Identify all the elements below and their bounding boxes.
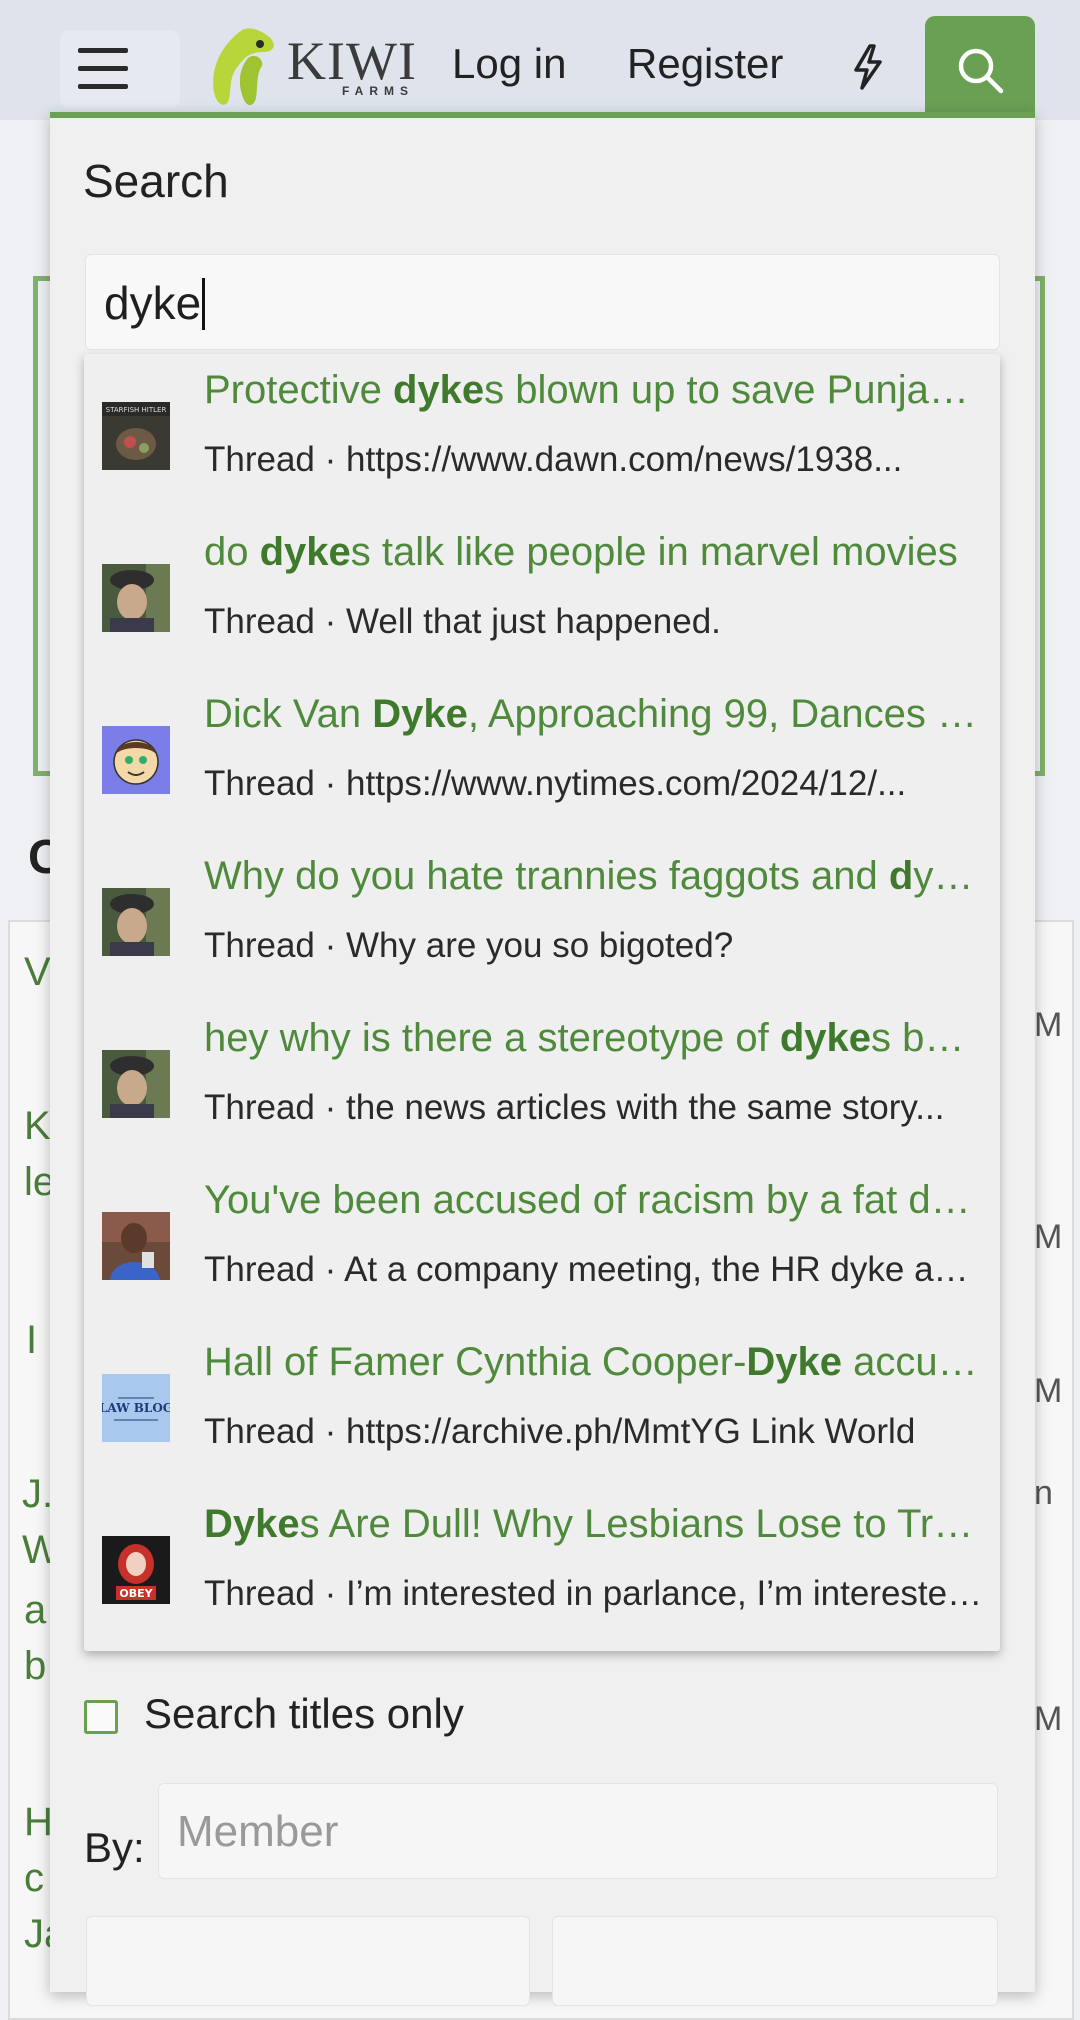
cartoon-face-avatar [102, 726, 170, 794]
member-placeholder: Member [177, 1807, 339, 1856]
bg-right-fragment: M [1034, 1372, 1063, 1410]
search-input[interactable]: dyke [85, 254, 1000, 350]
result-meta: Thread · https://www.dawn.com/news/1938.… [204, 440, 903, 479]
autocomplete-result[interactable]: STARFISH HITLER Protective dykes blown u… [84, 354, 1000, 516]
logo-wordmark: KIWI [287, 31, 417, 91]
result-meta: Thread · the news articles with the same… [204, 1088, 945, 1127]
bg-left-fragment: b [24, 1644, 47, 1688]
autocomplete-result[interactable]: Why do you hate trannies faggots and dyk… [84, 840, 1000, 1002]
result-title[interactable]: Hall of Famer Cynthia Cooper-Dyke accuse… [204, 1340, 984, 1385]
bg-right-fragment: n [1034, 1474, 1053, 1512]
blue-shirt-avatar [102, 1212, 170, 1280]
result-meta: Thread · Why are you so bigoted? [204, 926, 734, 965]
autocomplete-result[interactable]: do dykes talk like people in marvel movi… [84, 516, 1000, 678]
bg-right-fragment: M [1034, 1700, 1063, 1738]
autocomplete-result[interactable]: Dick Van Dyke, Approaching 99, Dances in… [84, 678, 1000, 840]
date-to-input[interactable] [552, 1916, 998, 2006]
avatar-caption: OBEY [119, 1587, 153, 1600]
search-icon [958, 48, 1004, 94]
result-title[interactable]: Dick Van Dyke, Approaching 99, Dances in… [204, 692, 984, 737]
obey-avatar: OBEY [102, 1536, 170, 1604]
site-header: KIWI FARMS Log in Register [0, 0, 1080, 120]
avatar-caption: STARFISH HITLER [106, 406, 167, 414]
starfish-hitler-avatar: STARFISH HITLER [102, 402, 170, 470]
search-query-text: dyke [104, 277, 202, 329]
titles-only-checkbox[interactable] [84, 1700, 118, 1734]
logo-subtitle: FARMS [342, 84, 414, 98]
search-panel-title: Search [83, 155, 229, 207]
cap-man-avatar [102, 888, 170, 956]
result-title[interactable]: Protective dykes blown up to save Punjab… [204, 368, 984, 413]
bg-left-fragment: J. [22, 1472, 54, 1516]
bg-left-fragment: I [26, 1318, 38, 1362]
autocomplete-result[interactable]: OBEY Dykes Are Dull! Why Lesbians Lose t… [84, 1488, 1000, 1650]
result-title[interactable]: do dykes talk like people in marvel movi… [204, 530, 984, 575]
bg-left-fragment: K [24, 1104, 51, 1148]
cap-man-avatar [102, 564, 170, 632]
member-input[interactable]: Member [158, 1783, 998, 1879]
lightning-bolt-icon[interactable] [850, 44, 886, 90]
date-from-input[interactable] [86, 1916, 530, 2006]
result-title[interactable]: You've been accused of racism by a fat d… [204, 1178, 984, 1223]
by-member-label: By: [84, 1824, 145, 1871]
hamburger-icon[interactable] [78, 48, 128, 89]
autocomplete-result[interactable]: hey why is there a stereotype of dykes b… [84, 1002, 1000, 1164]
cap-man-avatar [102, 1050, 170, 1118]
kiwi-logo-icon [213, 28, 274, 106]
result-meta: Thread · I’m interested in parlance, I’m… [204, 1574, 984, 1613]
bg-left-fragment: V [24, 950, 51, 994]
bg-left-fragment: H [24, 1800, 53, 1844]
bg-right-fragment: M [1034, 1218, 1063, 1256]
law-blog-avatar: LAW BLOG [102, 1374, 170, 1442]
result-meta: Thread · Well that just happened. [204, 602, 721, 641]
result-title[interactable]: Why do you hate trannies faggots and dyk… [204, 854, 984, 899]
result-title[interactable]: hey why is there a stereotype of dykes b… [204, 1016, 984, 1061]
result-meta: Thread · https://www.nytimes.com/2024/12… [204, 764, 907, 803]
result-title[interactable]: Dykes Are Dull! Why Lesbians Lose to Tra… [204, 1502, 984, 1547]
search-autocomplete-dropdown: STARFISH HITLER Protective dykes blown u… [84, 354, 1000, 1651]
bg-left-fragment: c [24, 1856, 44, 1900]
register-link[interactable]: Register [627, 40, 783, 88]
avatar-caption: LAW BLOG [102, 1401, 170, 1415]
autocomplete-result[interactable]: LAW BLOG Hall of Famer Cynthia Cooper-Dy… [84, 1326, 1000, 1488]
result-meta: Thread · At a company meeting, the HR dy… [204, 1250, 984, 1289]
titles-only-label[interactable]: Search titles only [144, 1690, 464, 1738]
bg-right-fragment: M [1034, 1006, 1063, 1044]
search-toggle-button[interactable] [925, 16, 1035, 120]
autocomplete-result[interactable]: You've been accused of racism by a fat d… [84, 1164, 1000, 1326]
bg-left-fragment: a [24, 1588, 47, 1632]
result-meta: Thread · https://archive.ph/MmtYG Link W… [204, 1412, 916, 1451]
text-caret [202, 277, 206, 330]
site-logo[interactable]: KIWI FARMS [202, 22, 427, 112]
login-link[interactable]: Log in [452, 40, 566, 88]
